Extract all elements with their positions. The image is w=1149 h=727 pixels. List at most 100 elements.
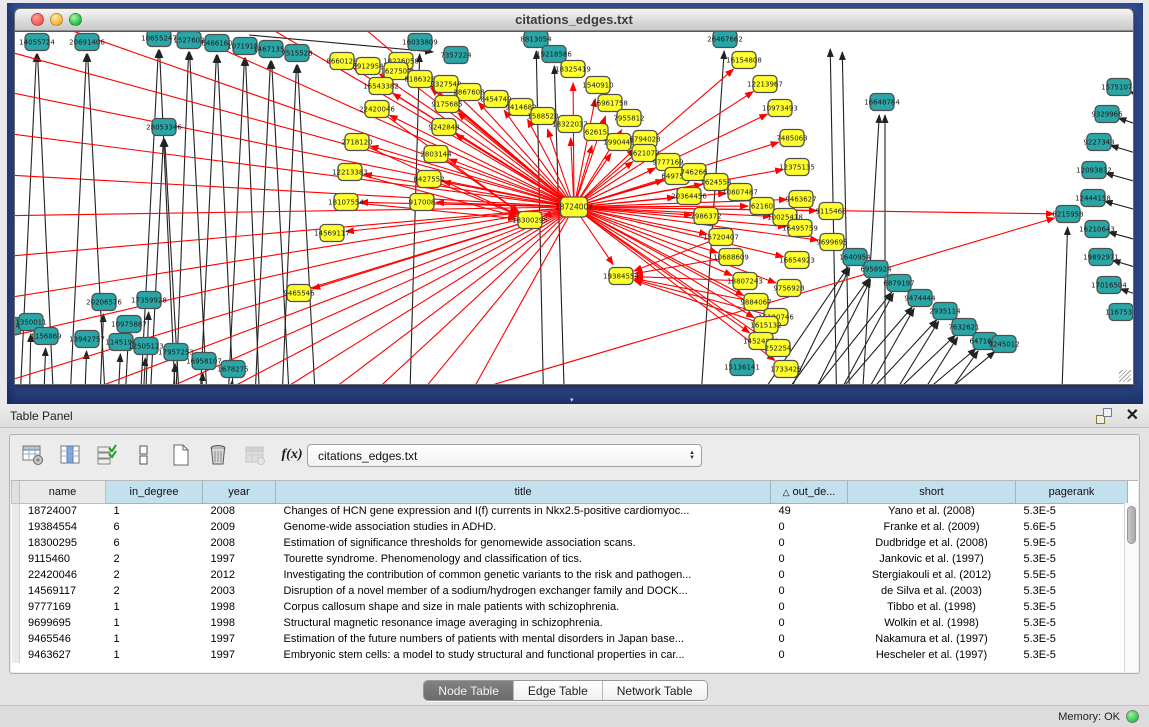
graph-node[interactable]: 1733426 — [770, 361, 802, 378]
close-icon[interactable]: ✕ — [1126, 408, 1139, 424]
table-row[interactable]: 946554611997Estimation of the future num… — [12, 631, 1128, 647]
row-select-check-icon[interactable] — [94, 442, 120, 468]
graph-node[interactable]: 20691406 — [69, 34, 105, 51]
graph-node[interactable]: 6958924 — [860, 261, 892, 278]
graph-node[interactable]: 7986372 — [690, 208, 721, 225]
table-row[interactable]: 1938455462009Genome-wide association stu… — [12, 519, 1128, 535]
graph-node[interactable]: 17359928 — [131, 292, 167, 309]
table-row[interactable]: 1456911722003Disruption of a novel membe… — [12, 583, 1128, 599]
column-header-pagerank[interactable]: pagerank — [1016, 481, 1128, 503]
graph-node[interactable]: 9465546 — [283, 285, 315, 302]
float-window-icon[interactable] — [1096, 408, 1112, 424]
graph-node[interactable]: 6879197 — [883, 275, 914, 292]
column-header-short[interactable]: short — [848, 481, 1016, 503]
graph-node[interactable]: 1167533 — [1105, 304, 1133, 321]
graph-node[interactable]: 9329966 — [1091, 106, 1123, 123]
graph-node[interactable]: 7515528 — [281, 45, 312, 62]
column-header-name[interactable]: name — [20, 481, 106, 503]
import-table-icon[interactable] — [242, 442, 268, 468]
graph-node[interactable]: 16033809 — [402, 34, 438, 51]
graph-node[interactable]: 10975887 — [111, 316, 147, 333]
table-vertical-scrollbar[interactable] — [1124, 503, 1138, 672]
table-row[interactable]: 2242004622012Investigating the contribut… — [12, 567, 1128, 583]
graph-node[interactable]: 16210643 — [1079, 221, 1115, 238]
network-window[interactable]: citations_edges.txt 14055724 20691406 1065… — [14, 8, 1134, 385]
graph-node[interactable]: 1678275 — [217, 361, 248, 378]
network-window-titlebar[interactable]: citations_edges.txt — [15, 9, 1133, 31]
zoom-window-icon[interactable] — [69, 13, 82, 26]
graph-node[interactable]: 15136141 — [724, 359, 760, 376]
column-header-out_de[interactable]: △out_de... — [771, 481, 848, 503]
graph-node[interactable]: 2718120 — [341, 134, 372, 151]
table-row[interactable]: 1830029562008Estimation of significance … — [12, 535, 1128, 551]
graph-node[interactable]: 9115460 — [815, 203, 846, 220]
graph-node[interactable]: 26467662 — [707, 32, 743, 48]
graph-node[interactable]: 12093832 — [1076, 162, 1112, 179]
graph-node[interactable]: 10655247 — [141, 32, 177, 47]
graph-node[interactable]: 12375135 — [779, 159, 815, 176]
table-row[interactable]: 911546021997Tourette syndrome. Phenomeno… — [12, 551, 1128, 567]
graph-node[interactable]: 13942757 — [69, 331, 105, 348]
graph-node[interactable]: 19892971 — [1083, 249, 1119, 266]
graph-node[interactable]: 10973493 — [762, 100, 798, 117]
graph-node[interactable]: 8215958 — [1052, 206, 1083, 223]
table-row[interactable]: 969969511998Structural magnetic resonanc… — [12, 615, 1128, 631]
panel-splitter[interactable]: ▾ — [570, 397, 580, 404]
graph-node[interactable]: 10688609 — [713, 249, 749, 266]
column-header-in_degree[interactable]: in_degree — [106, 481, 203, 503]
scrollbar-thumb[interactable] — [1127, 506, 1136, 544]
graph-node[interactable]: 7955812 — [613, 110, 644, 127]
window-resize-grip[interactable] — [1119, 370, 1131, 382]
graph-node[interactable]: 7485063 — [776, 130, 807, 147]
graph-node[interactable]: 14055724 — [19, 34, 55, 51]
graph-node[interactable]: 7357224 — [440, 47, 472, 64]
graph-node[interactable]: 9463627 — [785, 191, 816, 208]
graph-node[interactable]: 19384554 — [603, 268, 639, 285]
graph-node[interactable]: 252254 — [765, 340, 792, 357]
table-settings-icon[interactable] — [20, 442, 46, 468]
table-row[interactable]: 977716911998Corpus callosum shape and si… — [12, 599, 1128, 615]
table-row[interactable]: 946362711997Embryonic stem cells: a mode… — [12, 647, 1128, 663]
graph-node[interactable]: 9242848 — [428, 119, 459, 136]
tab-network-table[interactable]: Network Table — [602, 681, 707, 700]
close-window-icon[interactable] — [31, 13, 44, 26]
graph-node[interactable]: 16154808 — [726, 52, 762, 69]
graph-node[interactable]: 9245012 — [988, 336, 1019, 353]
graph-node[interactable]: 12444158 — [1075, 190, 1111, 207]
graph-node[interactable]: 12213383 — [332, 164, 368, 181]
row-height-icon[interactable] — [131, 442, 157, 468]
graph-node[interactable]: 9756928 — [773, 280, 804, 297]
tab-node-table[interactable]: Node Table — [424, 681, 513, 700]
graph-node[interactable]: 9474444 — [904, 290, 936, 307]
graph-node[interactable]: 9699695 — [816, 234, 847, 251]
graph-hub-node[interactable]: 18724007 — [555, 197, 593, 217]
delete-trash-icon[interactable] — [205, 442, 231, 468]
graph-node[interactable]: 17016504 — [1091, 277, 1127, 294]
network-canvas-svg[interactable]: 1405572420691406106552471527602646616010… — [15, 32, 1133, 385]
graph-node[interactable]: 917008 — [409, 194, 436, 211]
network-canvas[interactable]: 1405572420691406106552471527602646616010… — [15, 32, 1133, 384]
graph-node[interactable]: 1527602 — [173, 32, 204, 49]
graph-node[interactable]: 2803144 — [420, 146, 452, 163]
column-header-year[interactable]: year — [203, 481, 276, 503]
table-row[interactable]: 1872400712008Changes of HCN gene express… — [12, 503, 1128, 519]
function-builder-icon[interactable]: f(x) — [279, 442, 305, 468]
graph-node[interactable]: 20206576 — [86, 294, 122, 311]
graph-node[interactable]: 16648784 — [864, 94, 900, 111]
table-selector-dropdown[interactable]: citations_edges.txt ▲▼ — [307, 444, 702, 467]
graph-node[interactable]: 9175685 — [431, 96, 462, 113]
graph-node[interactable]: 12213967 — [747, 76, 783, 93]
graph-node[interactable]: 1615132 — [750, 317, 781, 334]
graph-node[interactable]: 1540910 — [582, 77, 613, 94]
minimize-window-icon[interactable] — [50, 13, 63, 26]
graph-node[interactable]: 9227343 — [1083, 134, 1114, 151]
tab-edge-table[interactable]: Edge Table — [513, 681, 602, 700]
graph-node[interactable]: 15751074 — [1101, 79, 1133, 96]
graph-node[interactable]: 1156869 — [30, 328, 61, 345]
graph-node[interactable]: 18107554 — [328, 194, 364, 211]
column-select-icon[interactable] — [57, 442, 83, 468]
graph-node[interactable]: 18807243 — [727, 273, 763, 290]
graph-node[interactable]: 8427552 — [413, 171, 444, 188]
graph-node[interactable]: 16654923 — [779, 252, 815, 269]
graph-node[interactable]: 9884067 — [740, 294, 771, 311]
